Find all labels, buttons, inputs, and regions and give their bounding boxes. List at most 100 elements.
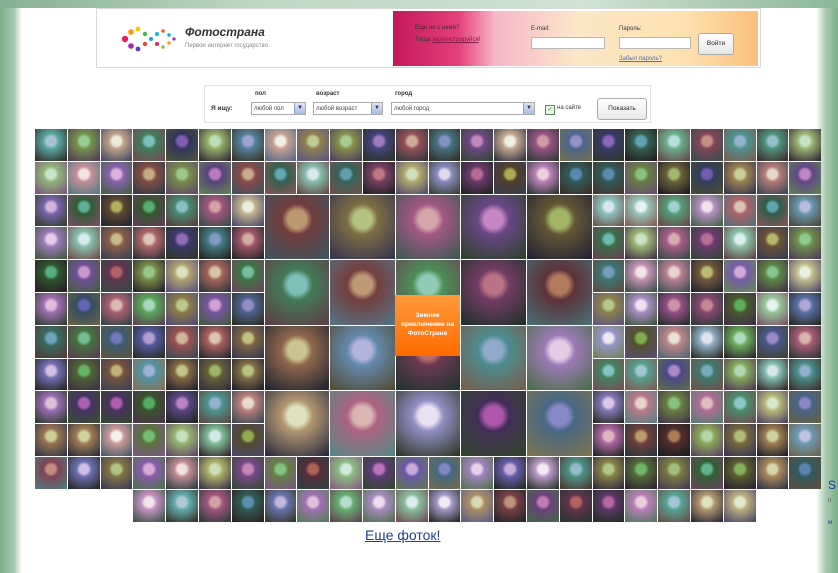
photo-thumbnail[interactable] [231, 161, 264, 194]
photo-thumbnail[interactable] [756, 129, 789, 161]
photo-thumbnail[interactable] [527, 260, 592, 325]
photo-thumbnail[interactable] [67, 129, 100, 161]
photo-thumbnail[interactable] [625, 424, 658, 456]
photo-thumbnail[interactable] [231, 358, 264, 391]
photo-thumbnail[interactable] [592, 358, 625, 391]
photo-thumbnail[interactable] [100, 194, 133, 227]
photo-thumbnail[interactable] [691, 129, 723, 161]
photo-thumbnail[interactable] [231, 457, 264, 489]
photo-thumbnail[interactable] [494, 457, 526, 489]
photo-thumbnail[interactable] [100, 358, 133, 391]
photo-thumbnail[interactable] [231, 260, 264, 292]
photo-thumbnail[interactable] [625, 227, 658, 260]
photo-thumbnail[interactable] [231, 227, 264, 260]
photo-thumbnail[interactable] [723, 424, 756, 456]
photo-thumbnail[interactable] [67, 161, 100, 194]
photo-thumbnail[interactable] [67, 457, 100, 489]
photo-thumbnail[interactable] [592, 227, 625, 260]
chevron-down-icon[interactable]: ▼ [371, 103, 382, 114]
photo-thumbnail[interactable] [35, 194, 67, 227]
photo-thumbnail[interactable] [461, 391, 526, 456]
photo-thumbnail[interactable] [166, 293, 198, 325]
photo-thumbnail[interactable] [395, 489, 428, 522]
photo-thumbnail[interactable] [199, 293, 231, 325]
photo-thumbnail[interactable] [592, 424, 625, 456]
photo-thumbnail[interactable] [691, 227, 723, 260]
photo-thumbnail[interactable] [363, 457, 395, 489]
photo-thumbnail[interactable] [199, 391, 231, 424]
photo-thumbnail[interactable] [67, 227, 100, 260]
photo-thumbnail[interactable] [35, 424, 67, 456]
photo-thumbnail[interactable] [723, 293, 756, 325]
photo-thumbnail[interactable] [756, 325, 789, 358]
photo-thumbnail[interactable] [691, 194, 723, 227]
photo-thumbnail[interactable] [789, 227, 822, 260]
photo-thumbnail[interactable] [625, 489, 658, 522]
photo-thumbnail[interactable] [789, 129, 822, 161]
photo-thumbnail[interactable] [658, 194, 690, 227]
photo-thumbnail[interactable] [756, 161, 789, 194]
photo-thumbnail[interactable] [133, 391, 166, 424]
photo-thumbnail[interactable] [658, 457, 690, 489]
photo-thumbnail[interactable] [199, 260, 231, 292]
photo-thumbnail[interactable] [592, 194, 625, 227]
photo-thumbnail[interactable] [658, 424, 690, 456]
photo-thumbnail[interactable] [723, 489, 756, 522]
photo-thumbnail[interactable] [395, 457, 428, 489]
photo-thumbnail[interactable] [231, 129, 264, 161]
photo-thumbnail[interactable] [559, 457, 592, 489]
photo-thumbnail[interactable] [756, 227, 789, 260]
photo-thumbnail[interactable] [35, 293, 67, 325]
photo-thumbnail[interactable] [264, 489, 297, 522]
photo-thumbnail[interactable] [330, 260, 395, 325]
photo-thumbnail[interactable] [691, 457, 723, 489]
photo-thumbnail[interactable] [691, 293, 723, 325]
photo-thumbnail[interactable] [35, 260, 67, 292]
photo-thumbnail[interactable] [723, 391, 756, 424]
photo-thumbnail[interactable] [166, 129, 198, 161]
photo-thumbnail[interactable] [461, 129, 494, 161]
photo-thumbnail[interactable] [166, 424, 198, 456]
photo-thumbnail[interactable] [658, 161, 690, 194]
photo-thumbnail[interactable] [330, 161, 362, 194]
photo-thumbnail[interactable] [100, 391, 133, 424]
register-link[interactable]: зарегистрируйся [432, 37, 479, 43]
photo-thumbnail[interactable] [756, 391, 789, 424]
photo-thumbnail[interactable] [789, 293, 822, 325]
photo-thumbnail[interactable] [231, 391, 264, 424]
photo-thumbnail[interactable] [789, 194, 822, 227]
photo-thumbnail[interactable] [691, 424, 723, 456]
photo-thumbnail[interactable] [789, 260, 822, 292]
photo-thumbnail[interactable] [166, 489, 198, 522]
photo-thumbnail[interactable] [297, 129, 330, 161]
photo-thumbnail[interactable] [133, 325, 166, 358]
photo-thumbnail[interactable] [691, 489, 723, 522]
photo-thumbnail[interactable] [133, 194, 166, 227]
photo-thumbnail[interactable] [691, 161, 723, 194]
photo-thumbnail[interactable] [35, 358, 67, 391]
photo-thumbnail[interactable] [395, 194, 461, 260]
photo-thumbnail[interactable] [592, 293, 625, 325]
photo-thumbnail[interactable] [428, 457, 461, 489]
photo-thumbnail[interactable] [264, 194, 330, 260]
photo-thumbnail[interactable] [494, 161, 526, 194]
photo-thumbnail[interactable] [723, 358, 756, 391]
photo-thumbnail[interactable] [658, 260, 690, 292]
photo-thumbnail[interactable] [330, 129, 362, 161]
photo-thumbnail[interactable] [428, 129, 461, 161]
photo-thumbnail[interactable] [559, 161, 592, 194]
photo-thumbnail[interactable] [35, 391, 67, 424]
photo-thumbnail[interactable] [395, 391, 461, 456]
photo-thumbnail[interactable] [67, 293, 100, 325]
photo-thumbnail[interactable] [625, 391, 658, 424]
photo-thumbnail[interactable] [363, 489, 395, 522]
photo-thumbnail[interactable] [789, 161, 822, 194]
photo-thumbnail[interactable] [461, 489, 494, 522]
city-select[interactable]: любой город ▼ [391, 102, 535, 115]
more-photos-link[interactable]: Еще фоток! [365, 527, 440, 543]
password-field[interactable] [619, 37, 691, 49]
photo-thumbnail[interactable] [231, 325, 264, 358]
photo-thumbnail[interactable] [330, 457, 362, 489]
photo-thumbnail[interactable] [723, 161, 756, 194]
photo-thumbnail[interactable] [133, 129, 166, 161]
